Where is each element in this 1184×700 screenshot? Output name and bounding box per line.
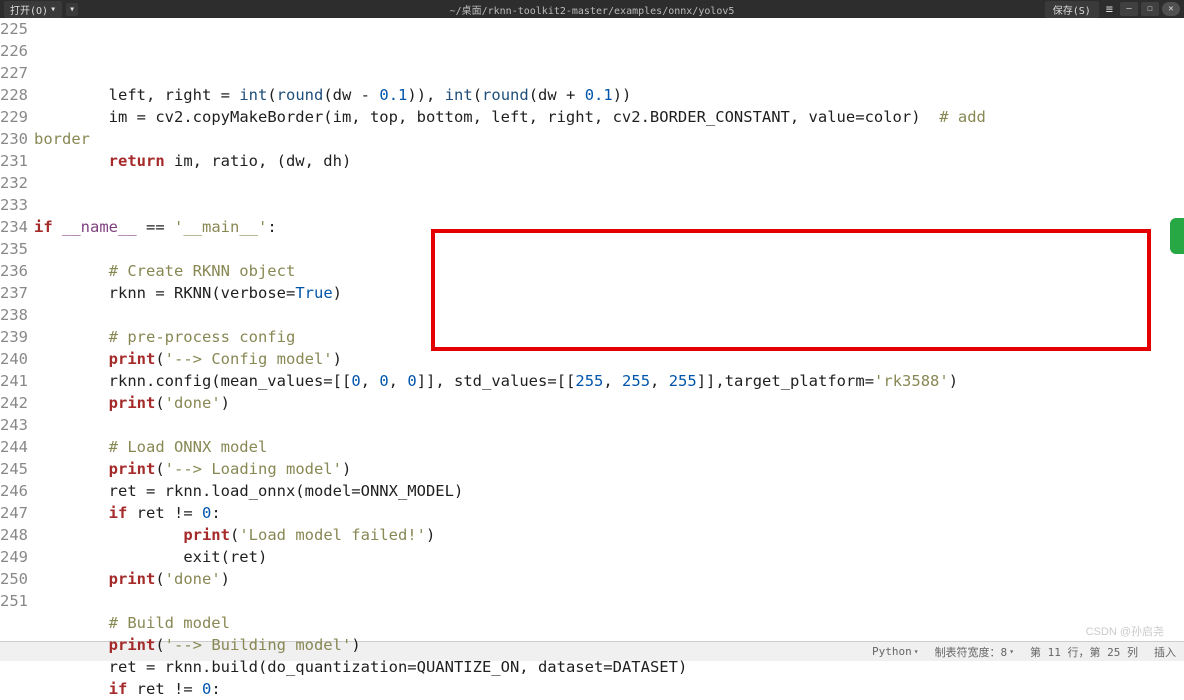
line-number: 243 <box>0 414 28 436</box>
code-line[interactable]: return im, ratio, (dw, dh) <box>34 150 1184 172</box>
code-line[interactable]: if ret != 0: <box>34 502 1184 524</box>
line-number: 228 <box>0 84 28 106</box>
code-line[interactable] <box>34 238 1184 260</box>
code-line[interactable]: rknn = RKNN(verbose=True) <box>34 282 1184 304</box>
line-number: 250 <box>0 568 28 590</box>
code-line[interactable]: # Load ONNX model <box>34 436 1184 458</box>
code-line[interactable]: if ret != 0: <box>34 678 1184 700</box>
line-number: 235 <box>0 238 28 260</box>
line-number: 232 <box>0 172 28 194</box>
code-line[interactable] <box>34 414 1184 436</box>
line-number: 241 <box>0 370 28 392</box>
code-line[interactable] <box>34 304 1184 326</box>
line-number: 242 <box>0 392 28 414</box>
code-line[interactable]: # Build model <box>34 612 1184 634</box>
line-number: 244 <box>0 436 28 458</box>
line-number: 249 <box>0 546 28 568</box>
code-line[interactable]: print('Load model failed!') <box>34 524 1184 546</box>
line-number: 234 <box>0 216 28 238</box>
code-line[interactable] <box>34 194 1184 216</box>
code-line[interactable]: print('done') <box>34 392 1184 414</box>
line-number: 247 <box>0 502 28 524</box>
line-number: 230 <box>0 128 28 150</box>
code-line[interactable]: # pre-process config <box>34 326 1184 348</box>
code-line[interactable] <box>34 172 1184 194</box>
line-number-gutter: 2252262272282292302312322332342352362372… <box>0 18 32 641</box>
code-line[interactable]: print('done') <box>34 568 1184 590</box>
titlebar: 打开(O) ▾ ▾ ~/桌面/rknn-toolkit2-master/exam… <box>0 0 1184 18</box>
line-number: 237 <box>0 282 28 304</box>
file-path: ~/桌面/rknn-toolkit2-master/examples/onnx/… <box>450 2 735 17</box>
close-button[interactable]: ✕ <box>1162 2 1180 16</box>
open-button[interactable]: 打开(O) ▾ <box>4 1 62 18</box>
code-line[interactable]: im = cv2.copyMakeBorder(im, top, bottom,… <box>34 106 1184 128</box>
line-number: 248 <box>0 524 28 546</box>
open-label: 打开(O) <box>10 2 48 17</box>
code-line[interactable]: print('--> Config model') <box>34 348 1184 370</box>
code-line[interactable]: # Create RKNN object <box>34 260 1184 282</box>
minimize-button[interactable]: — <box>1120 2 1138 16</box>
titlebar-left: 打开(O) ▾ ▾ <box>4 1 78 18</box>
code-line[interactable]: rknn.config(mean_values=[[0, 0, 0]], std… <box>34 370 1184 392</box>
side-indicator <box>1170 218 1184 254</box>
code-line[interactable]: print('--> Building model') <box>34 634 1184 656</box>
code-line[interactable]: ret = rknn.load_onnx(model=ONNX_MODEL) <box>34 480 1184 502</box>
line-number: 233 <box>0 194 28 216</box>
line-number: 246 <box>0 480 28 502</box>
maximize-button[interactable]: ☐ <box>1141 2 1159 16</box>
code-line[interactable] <box>34 590 1184 612</box>
code-line[interactable]: print('--> Loading model') <box>34 458 1184 480</box>
code-line[interactable]: left, right = int(round(dw - 0.1)), int(… <box>34 84 1184 106</box>
titlebar-right: 保存(S) ≡ — ☐ ✕ <box>1045 1 1180 18</box>
line-number: 251 <box>0 590 28 612</box>
code-line[interactable]: exit(ret) <box>34 546 1184 568</box>
line-number: 245 <box>0 458 28 480</box>
save-button[interactable]: 保存(S) <box>1045 1 1099 18</box>
chevron-down-icon: ▾ <box>50 4 56 15</box>
toolbar-dropdown[interactable]: ▾ <box>66 3 78 16</box>
line-number: 226 <box>0 40 28 62</box>
line-number: 227 <box>0 62 28 84</box>
hamburger-icon[interactable]: ≡ <box>1102 2 1117 16</box>
line-number: 238 <box>0 304 28 326</box>
code-area[interactable]: left, right = int(round(dw - 0.1)), int(… <box>32 18 1184 641</box>
line-number: 236 <box>0 260 28 282</box>
code-editor[interactable]: 2252262272282292302312322332342352362372… <box>0 18 1184 641</box>
line-number: 225 <box>0 18 28 40</box>
watermark: CSDN @孙启尧 <box>1086 623 1164 639</box>
line-number: 231 <box>0 150 28 172</box>
code-line[interactable]: border <box>34 128 1184 150</box>
line-number: 239 <box>0 326 28 348</box>
code-line[interactable]: ret = rknn.build(do_quantization=QUANTIZ… <box>34 656 1184 678</box>
line-number: 229 <box>0 106 28 128</box>
code-line[interactable]: if __name__ == '__main__': <box>34 216 1184 238</box>
line-number: 240 <box>0 348 28 370</box>
